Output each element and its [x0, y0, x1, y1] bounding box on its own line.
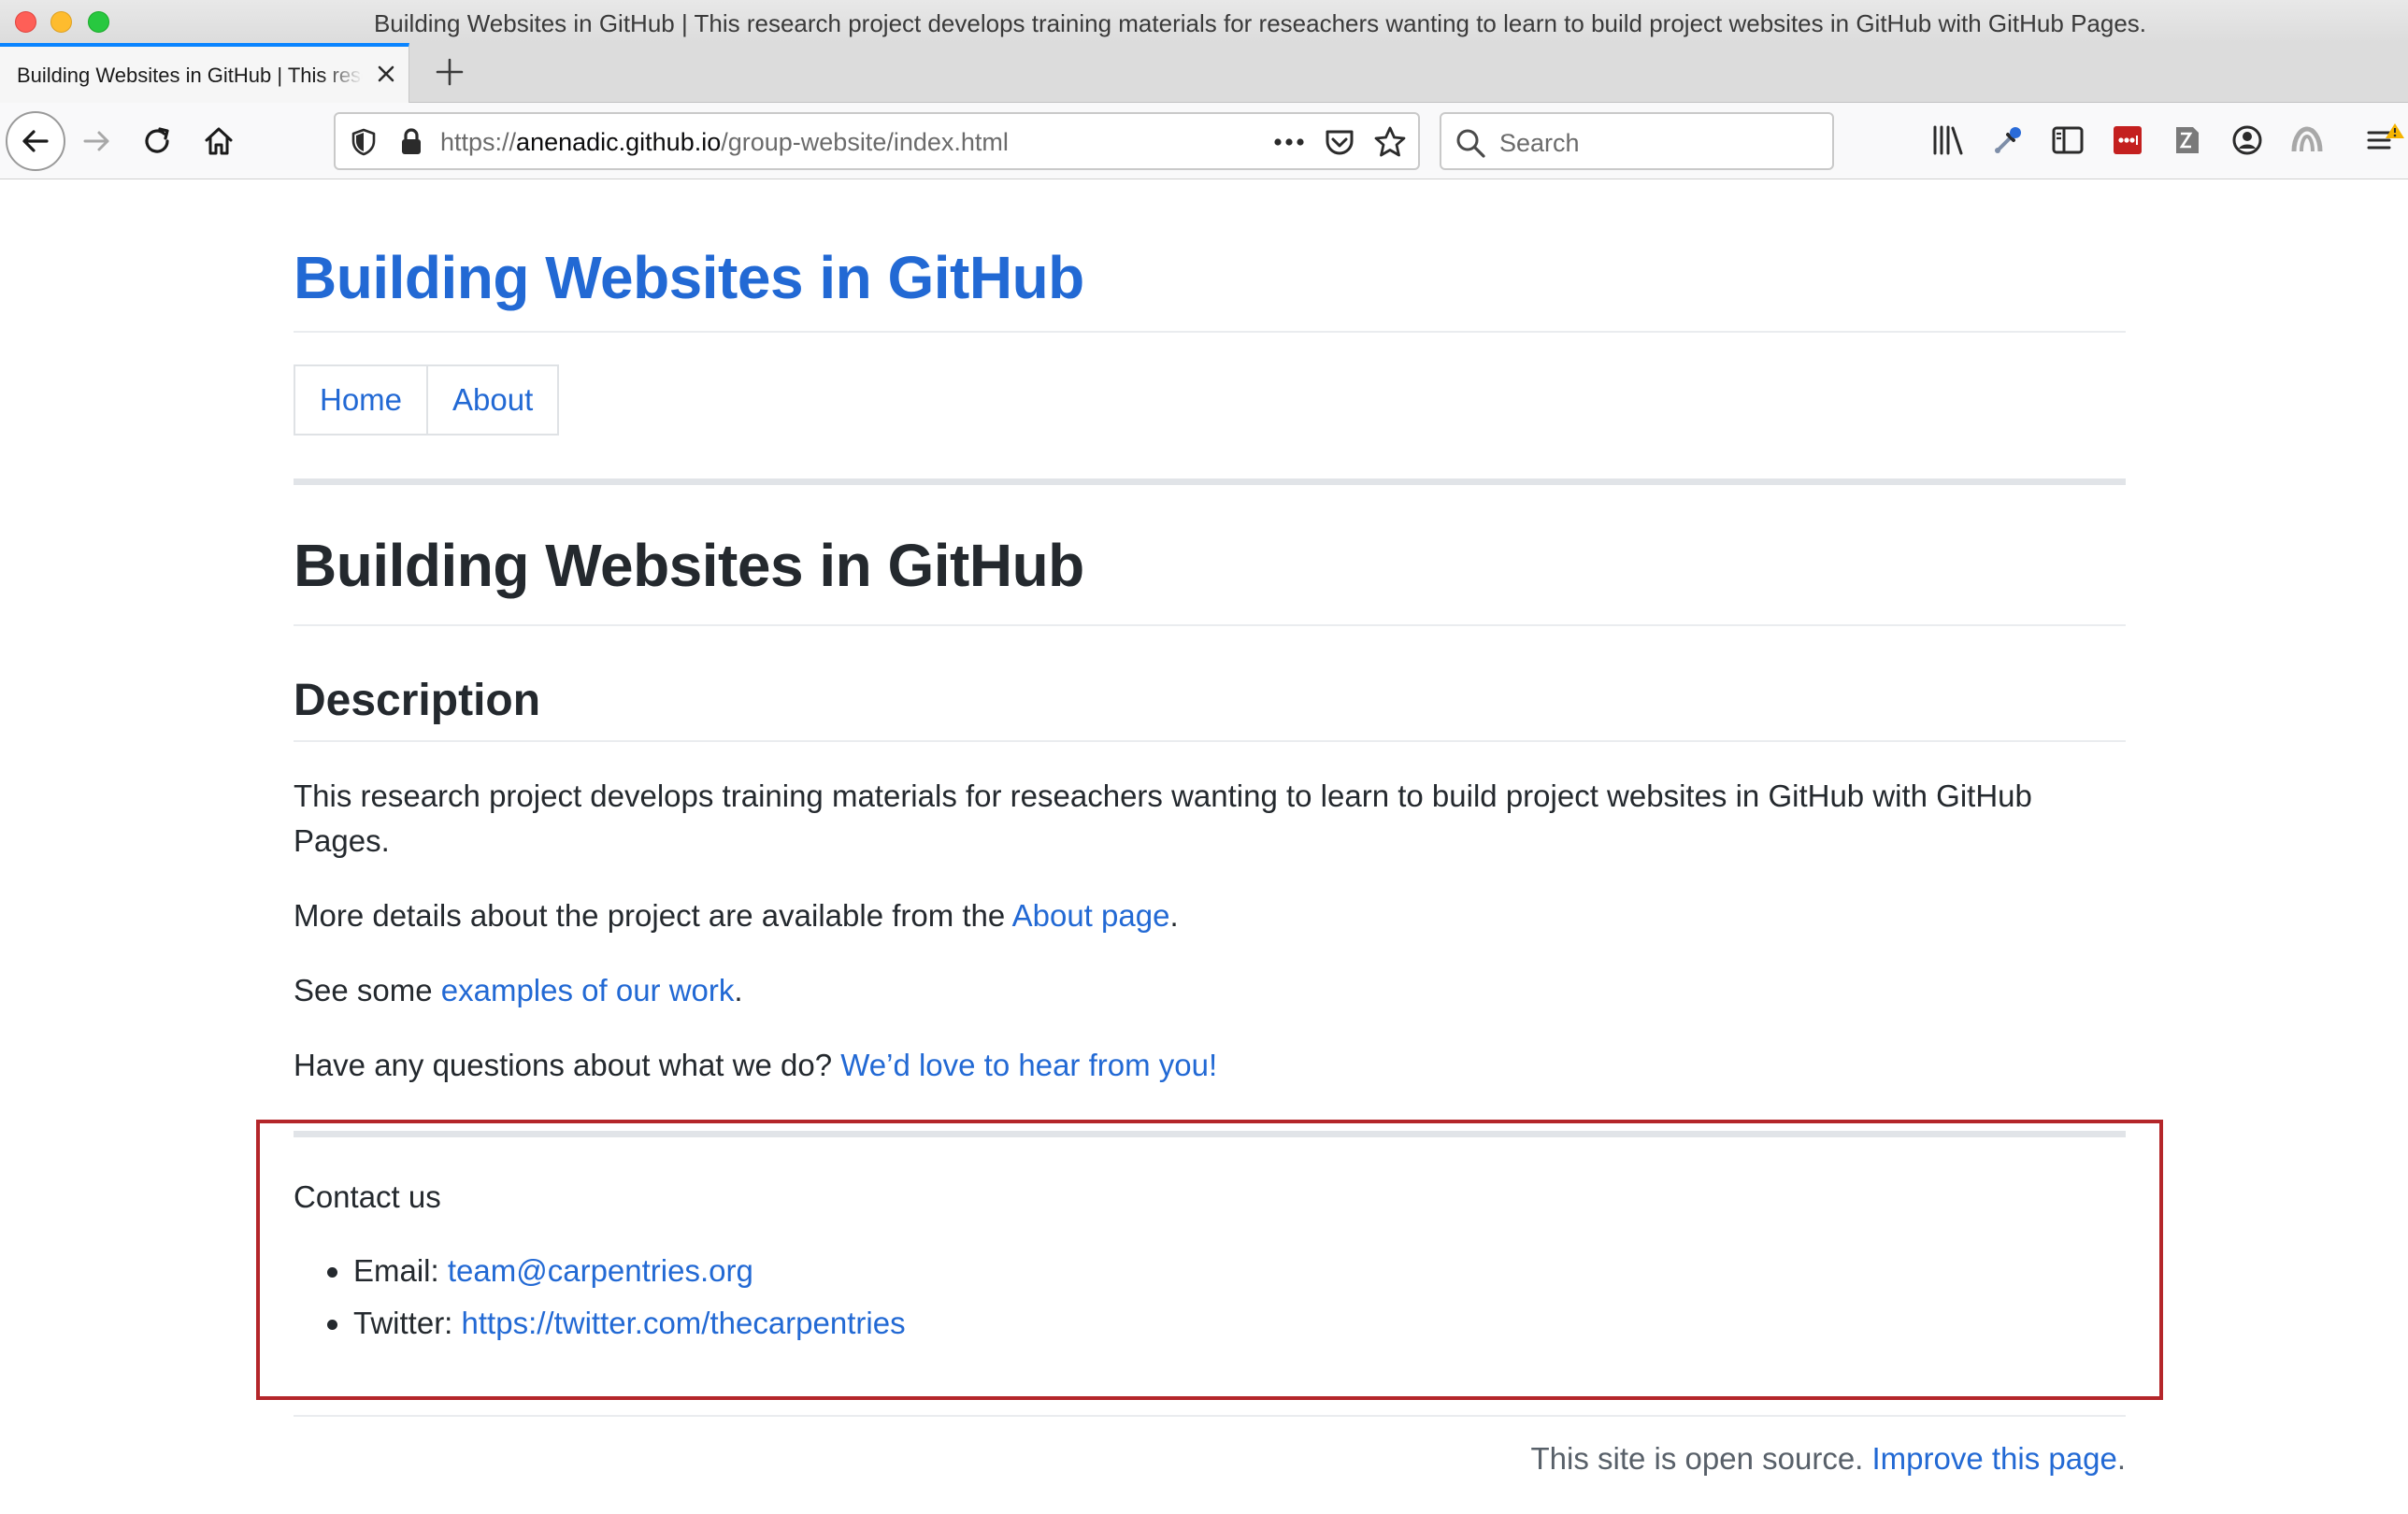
url-text[interactable]: https://anenadic.github.io/group-website…: [440, 128, 1009, 157]
heading-divider: [294, 624, 2126, 626]
new-tab-button[interactable]: [432, 54, 467, 90]
email-label: Email:: [353, 1253, 448, 1288]
nav-divider: [294, 478, 2126, 485]
url-domain: anenadic.github.io: [516, 128, 722, 156]
search-placeholder: Search: [1499, 129, 1580, 157]
about-paragraph: More details about the project are avail…: [294, 893, 2126, 938]
window-title-bar: Building Websites in GitHub | This resea…: [0, 0, 2408, 43]
contact-list: Email: team@carpentries.org Twitter: htt…: [294, 1245, 906, 1350]
examples-paragraph: See some examples of our work.: [294, 968, 2126, 1013]
arrow-right-icon: [83, 131, 109, 151]
header-divider: [294, 331, 2126, 333]
window-title: Building Websites in GitHub | This resea…: [373, 9, 2147, 37]
eyedropper-icon[interactable]: [1989, 121, 2027, 159]
account-icon[interactable]: [2229, 121, 2266, 159]
examples-paragraph-text: See some: [294, 973, 441, 1007]
email-link[interactable]: team@carpentries.org: [448, 1253, 753, 1288]
site-title-link[interactable]: Building Websites in GitHub: [294, 243, 1084, 312]
url-bar[interactable]: https://anenadic.github.io/group-website…: [334, 112, 1420, 170]
back-button[interactable]: [6, 111, 65, 171]
sidebar-icon[interactable]: [2049, 121, 2086, 159]
tab-title: Building Websites in GitHub | This resea…: [17, 64, 363, 87]
browser-tab[interactable]: Building Websites in GitHub | This resea…: [0, 43, 409, 103]
contact-divider: [294, 1131, 2126, 1137]
description-text: This research project develops training …: [294, 778, 2032, 858]
menu-icon[interactable]: [2365, 121, 2406, 159]
footer-suffix: .: [2116, 1441, 2126, 1476]
pocket-icon[interactable]: [1323, 125, 1356, 159]
examples-link[interactable]: examples of our work: [441, 973, 735, 1007]
footer: This site is open source. Improve this p…: [1531, 1441, 2126, 1477]
twitter-link[interactable]: https://twitter.com/thecarpentries: [462, 1306, 906, 1340]
contact-twitter-item: Twitter: https://twitter.com/thecarpentr…: [294, 1297, 906, 1350]
page-actions-more-icon[interactable]: [1268, 127, 1310, 157]
library-icon[interactable]: [1929, 121, 1967, 159]
navigation-toolbar: https://anenadic.github.io/group-website…: [0, 103, 2408, 179]
search-icon: [1455, 127, 1486, 159]
lastpass-icon[interactable]: [2109, 121, 2146, 159]
about-paragraph-suffix: .: [1169, 898, 1179, 933]
site-nav: Home About: [294, 364, 560, 436]
nav-link-home[interactable]: Home: [295, 366, 426, 434]
twitter-label: Twitter:: [353, 1306, 462, 1340]
page-heading: Building Websites in GitHub: [294, 532, 1084, 599]
contact-heading: Contact us: [294, 1179, 441, 1214]
improve-page-link[interactable]: Improve this page: [1872, 1441, 2117, 1476]
footer-text: This site is open source.: [1530, 1441, 1872, 1476]
nav-link-about[interactable]: About: [426, 366, 557, 434]
about-page-link[interactable]: About page: [1012, 898, 1170, 933]
search-bar[interactable]: Search: [1440, 112, 1834, 170]
forward-button[interactable]: [77, 121, 118, 162]
shield-icon[interactable]: [349, 127, 379, 157]
subheading-divider: [294, 740, 2126, 742]
questions-paragraph: Have any questions about what we do? We’…: [294, 1043, 2126, 1088]
arrow-left-icon: [22, 130, 49, 152]
zotero-icon[interactable]: [2169, 121, 2206, 159]
contact-link[interactable]: We’d love to hear from you!: [840, 1048, 1217, 1082]
examples-paragraph-suffix: .: [734, 973, 743, 1007]
url-path: /group-website/index.html: [721, 128, 1009, 156]
reload-icon: [145, 127, 169, 153]
extension-icon[interactable]: [2288, 121, 2326, 159]
lock-icon[interactable]: [397, 126, 425, 156]
url-protocol: https://: [440, 128, 517, 156]
contact-email-item: Email: team@carpentries.org: [294, 1245, 906, 1297]
tab-strip: Building Websites in GitHub | This resea…: [0, 43, 2408, 103]
bookmark-star-icon[interactable]: [1373, 125, 1407, 159]
footer-divider: [294, 1415, 2126, 1417]
questions-paragraph-text: Have any questions about what we do?: [294, 1048, 841, 1082]
description-heading: Description: [294, 676, 541, 725]
home-icon: [205, 127, 233, 155]
home-button[interactable]: [198, 121, 239, 162]
about-paragraph-text: More details about the project are avail…: [294, 898, 1012, 933]
tab-close-icon[interactable]: [372, 60, 400, 88]
reload-button[interactable]: [136, 121, 178, 162]
